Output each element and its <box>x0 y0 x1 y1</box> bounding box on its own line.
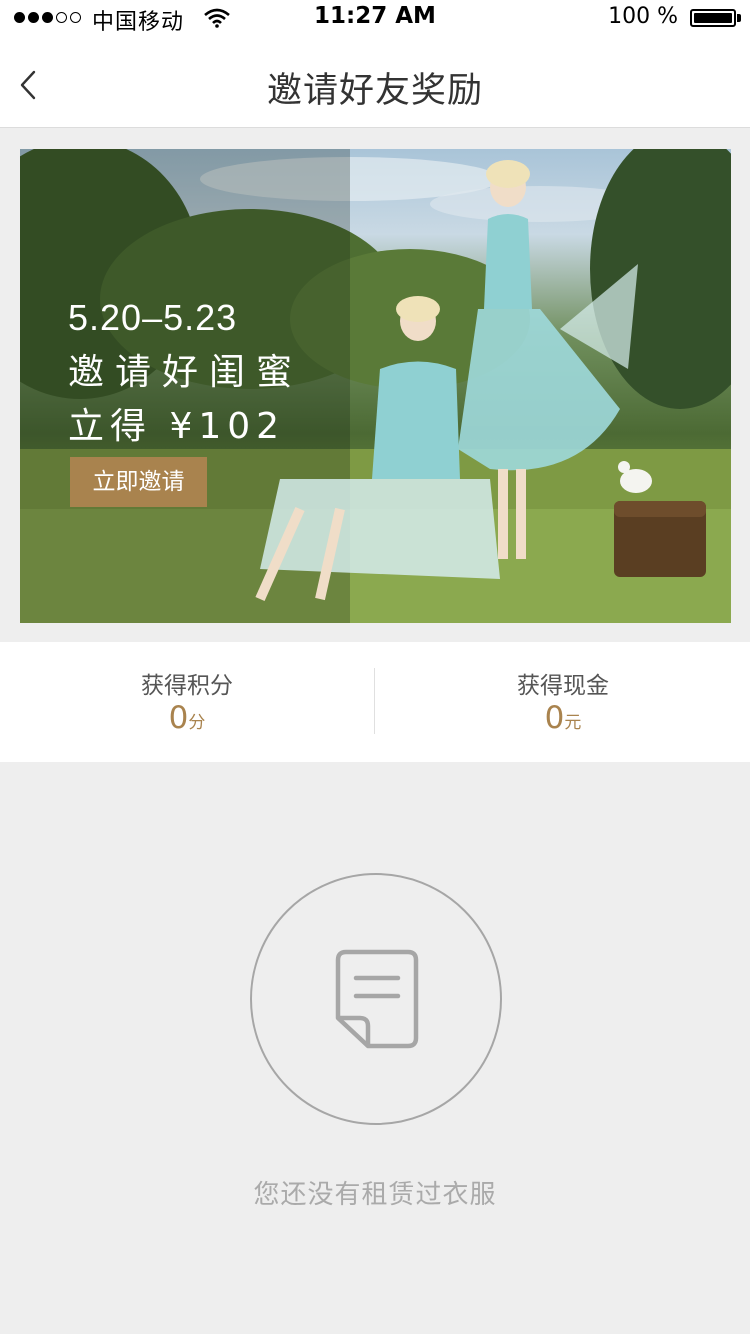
promo-headline: 邀请好闺蜜 <box>68 352 304 393</box>
status-bar: 中国移动 11:27 AM 100 % <box>0 0 750 40</box>
navigation-bar: 邀请好友奖励 <box>0 40 750 128</box>
points-stat: 获得积分 0分 <box>0 642 374 762</box>
rewards-summary: 获得积分 0分 获得现金 0元 <box>0 642 750 762</box>
points-unit: 分 <box>188 713 206 733</box>
cash-value: 0元 <box>376 700 750 736</box>
cash-stat: 获得现金 0元 <box>376 642 750 762</box>
promo-reward: 立得 ¥102 <box>68 406 286 447</box>
cash-label: 获得现金 <box>517 673 609 699</box>
page-title: 邀请好友奖励 <box>266 71 483 111</box>
cash-number: 0 <box>544 700 565 736</box>
battery-percent: 100 % <box>608 4 678 29</box>
promo-banner[interactable]: 5.20–5.23 邀请好闺蜜 立得 ¥102 立即邀请 <box>20 149 731 623</box>
stats-divider <box>374 668 375 734</box>
points-label: 获得积分 <box>141 673 233 699</box>
document-icon <box>335 949 419 1049</box>
cash-unit: 元 <box>564 713 582 733</box>
points-value: 0分 <box>0 700 374 736</box>
battery-tip <box>737 14 741 22</box>
battery-icon <box>690 9 736 27</box>
points-number: 0 <box>168 700 189 736</box>
invite-now-button[interactable]: 立即邀请 <box>70 457 207 507</box>
promo-date-range: 5.20–5.23 <box>68 297 238 338</box>
empty-state-message: 您还没有租赁过衣服 <box>253 1180 497 1210</box>
